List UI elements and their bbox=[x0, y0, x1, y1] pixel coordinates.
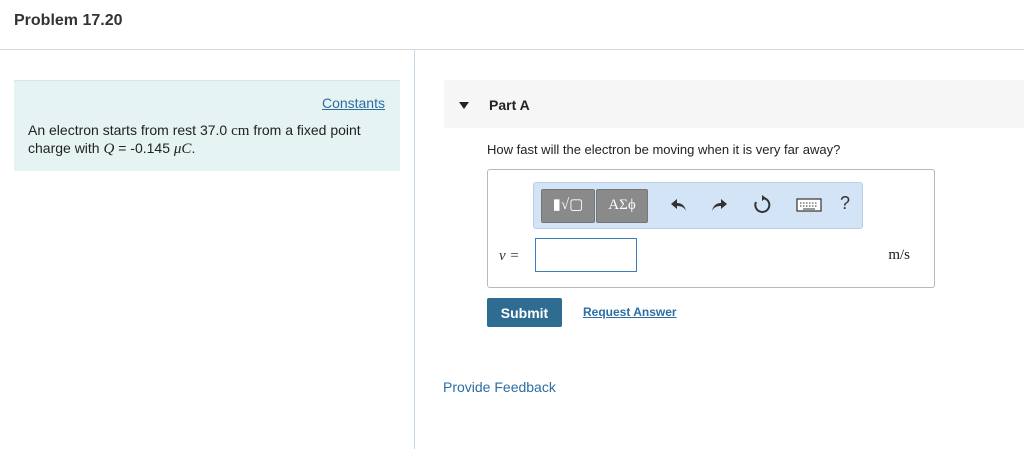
charge-unit: μC bbox=[173, 141, 192, 157]
problem-text-start: An electron starts from rest 37.0 bbox=[28, 122, 228, 138]
templates-button[interactable]: ▮√▢ bbox=[541, 189, 595, 223]
equals-sign: = bbox=[118, 140, 127, 156]
collapse-triangle-icon[interactable] bbox=[459, 102, 469, 109]
velocity-label: v = bbox=[499, 248, 520, 264]
constants-link[interactable]: Constants bbox=[322, 95, 385, 111]
question-text: How fast will the electron be moving whe… bbox=[487, 142, 841, 157]
symbols-button[interactable]: ΑΣϕ bbox=[596, 189, 648, 223]
distance-unit: cm bbox=[231, 123, 250, 139]
answer-box: ▮√▢ ΑΣϕ ? v = m/s bbox=[487, 169, 935, 288]
unit-label: m/s bbox=[888, 247, 910, 263]
problem-title: Problem 17.20 bbox=[14, 12, 123, 29]
part-a-header[interactable]: Part A bbox=[444, 80, 1024, 128]
column-divider bbox=[414, 50, 415, 449]
problem-info-panel: Constants An electron starts from rest 3… bbox=[14, 80, 400, 171]
redo-icon[interactable] bbox=[709, 195, 729, 215]
header-divider bbox=[0, 49, 1024, 50]
keyboard-icon[interactable] bbox=[796, 195, 824, 215]
provide-feedback-link[interactable]: Provide Feedback bbox=[443, 379, 556, 395]
undo-icon[interactable] bbox=[669, 195, 689, 215]
submit-button[interactable]: Submit bbox=[487, 298, 562, 327]
charge-value: -0.145 bbox=[130, 140, 170, 156]
help-button[interactable]: ? bbox=[840, 193, 850, 214]
answer-input[interactable] bbox=[535, 238, 637, 272]
sentence-period: . bbox=[191, 140, 196, 156]
reset-icon[interactable] bbox=[752, 195, 772, 215]
problem-statement: An electron starts from rest 37.0 cm fro… bbox=[28, 122, 388, 158]
charge-symbol: Q bbox=[103, 141, 115, 157]
part-title: Part A bbox=[489, 97, 530, 113]
request-answer-link[interactable]: Request Answer bbox=[583, 305, 677, 319]
math-toolbar: ▮√▢ ΑΣϕ ? bbox=[533, 182, 863, 229]
